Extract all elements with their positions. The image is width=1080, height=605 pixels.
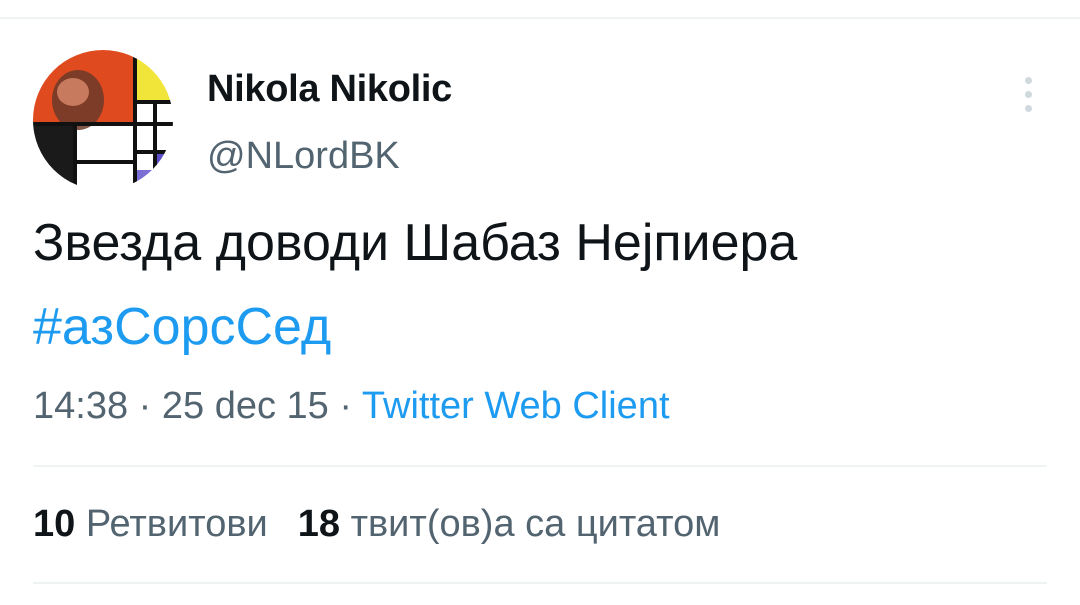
stats-bottom-divider [33, 582, 1047, 584]
tweet-text: Звезда доводи Шабаз Нејпиера [33, 214, 798, 272]
avatar-image [33, 50, 173, 190]
tweet-stats: 10 Ретвитови 18 твит(ов)а са цитатом [33, 496, 720, 552]
more-options-button[interactable] [1010, 72, 1046, 116]
quotes-label: твит(ов)а са цитатом [350, 503, 721, 545]
tweet-source-link[interactable]: Twitter Web Client [362, 385, 670, 427]
tweet-date[interactable]: 25 dec 15 [162, 385, 329, 427]
tweet-meta: 14:38 · 25 dec 15 · Twitter Web Client [33, 380, 670, 432]
retweets-stat[interactable]: 10 Ретвитови [33, 503, 268, 545]
meta-separator: · [339, 385, 353, 427]
author-display-name[interactable]: Nikola Nikolic [207, 68, 452, 111]
retweets-label: Ретвитови [85, 503, 268, 545]
avatar[interactable] [33, 50, 173, 190]
author-handle[interactable]: @NLordBK [207, 135, 400, 178]
meta-separator: · [138, 385, 152, 427]
retweets-count: 10 [33, 503, 76, 545]
more-vertical-icon [1024, 76, 1032, 84]
tweet-time[interactable]: 14:38 [33, 385, 128, 427]
hashtag-link[interactable]: #азСорсСед [33, 292, 331, 362]
top-divider [0, 17, 1080, 19]
more-vertical-icon [1024, 90, 1032, 98]
quotes-stat[interactable]: 18 твит(ов)а са цитатом [298, 503, 721, 545]
stats-top-divider [33, 465, 1047, 467]
quotes-count: 18 [297, 503, 341, 545]
more-vertical-icon [1024, 104, 1032, 112]
